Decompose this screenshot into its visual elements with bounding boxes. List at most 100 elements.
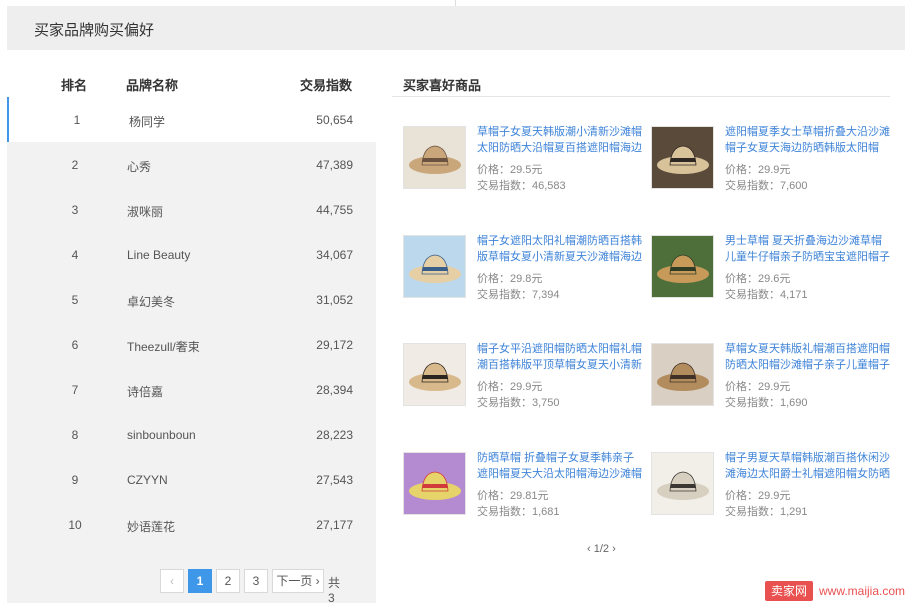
product-title-link[interactable]: 遮阳帽夏季女士草帽折叠大沿沙滩帽子女夏天海边防晒韩版太阳帽: [725, 124, 891, 156]
product-trade-index: 交易指数：1,291: [725, 506, 808, 518]
ranking-row[interactable]: 3 淑咪丽 44,755: [7, 187, 376, 232]
product-trade-index: 交易指数：3,750: [477, 397, 560, 409]
product-title-link[interactable]: 防晒草帽 折叠帽子女夏季韩亲子遮阳帽夏天大沿太阳帽海边沙滩帽: [477, 450, 643, 482]
trade-index: 44,755: [316, 203, 353, 217]
rank-number: 7: [71, 383, 79, 397]
hat-image-icon: [404, 236, 465, 297]
rank-number: 2: [71, 158, 79, 172]
product-card[interactable]: 男士草帽 夏天折叠海边沙滩草帽儿童牛仔帽亲子防晒宝宝遮阳帽子价格：29.6元交易…: [651, 235, 891, 301]
brand-name: 杨同学: [129, 115, 166, 129]
ranking-row[interactable]: 5 卓幻美冬 31,052: [7, 277, 376, 322]
trade-index: 29,172: [316, 338, 353, 352]
brand-name: Line Beauty: [127, 248, 191, 262]
product-price: 价格：29.9元: [477, 381, 543, 393]
product-price: 价格：29.5元: [477, 164, 543, 176]
product-thumbnail[interactable]: [651, 452, 714, 515]
product-thumbnail[interactable]: [651, 235, 714, 298]
trade-index: 28,394: [316, 383, 353, 397]
hat-image-icon: [652, 236, 713, 297]
product-card[interactable]: 防晒草帽 折叠帽子女夏季韩亲子遮阳帽夏天大沿太阳帽海边沙滩帽价格：29.81元交…: [403, 452, 643, 518]
column-header-index: 交易指数: [300, 78, 353, 93]
product-title-link[interactable]: 帽子男夏天草帽韩版潮百搭休闲沙滩海边太阳爵士礼帽遮阳帽女防晒: [725, 450, 891, 482]
trade-index: 27,177: [316, 518, 353, 532]
product-title-link[interactable]: 帽子女平沿遮阳帽防晒太阳帽礼帽潮百搭韩版平顶草帽女夏天小清新: [477, 341, 643, 373]
product-thumbnail[interactable]: [403, 235, 466, 298]
product-thumbnail[interactable]: [403, 126, 466, 189]
brand-name: 心秀: [127, 160, 152, 174]
trade-index: 28,223: [316, 428, 353, 442]
product-card[interactable]: 帽子女平沿遮阳帽防晒太阳帽礼帽潮百搭韩版平顶草帽女夏天小清新价格：29.9元交易…: [403, 343, 643, 409]
hat-image-icon: [404, 344, 465, 405]
ranking-row[interactable]: 8 sinbounboun 28,223: [7, 412, 376, 457]
product-price: 价格：29.9元: [725, 164, 791, 176]
product-price: 价格：29.9元: [725, 381, 791, 393]
rank-number: 6: [71, 338, 79, 352]
ranking-row[interactable]: 4 Line Beauty 34,067: [7, 232, 376, 277]
product-title-link[interactable]: 男士草帽 夏天折叠海边沙滩草帽儿童牛仔帽亲子防晒宝宝遮阳帽子: [725, 233, 891, 265]
brand-name: 卓幻美冬: [127, 295, 176, 309]
trade-index: 50,654: [316, 113, 353, 127]
rank-number: 9: [71, 473, 79, 487]
ranking-row[interactable]: 1 杨同学 50,654: [7, 97, 376, 142]
product-price: 价格：29.8元: [477, 273, 543, 285]
product-trade-index: 交易指数：46,583: [477, 180, 566, 192]
trade-index: 47,389: [316, 158, 353, 172]
product-card[interactable]: 帽子男夏天草帽韩版潮百搭休闲沙滩海边太阳爵士礼帽遮阳帽女防晒价格：29.9元交易…: [651, 452, 891, 518]
product-price: 价格：29.9元: [725, 490, 791, 502]
section-header: 买家品牌购买偏好: [7, 6, 905, 50]
product-price: 价格：29.81元: [477, 490, 549, 502]
product-title-link[interactable]: 草帽女夏天韩版礼帽潮百搭遮阳帽防晒太阳帽沙滩帽子亲子儿童帽子: [725, 341, 891, 373]
product-card[interactable]: 遮阳帽夏季女士草帽折叠大沿沙滩帽子女夏天海边防晒韩版太阳帽价格：29.9元交易指…: [651, 126, 891, 192]
product-card[interactable]: 帽子女遮阳太阳礼帽潮防晒百搭韩版草帽女夏小清新夏天沙滩帽海边价格：29.8元交易…: [403, 235, 643, 301]
trade-index: 27,543: [316, 473, 353, 487]
rank-number: 10: [68, 518, 82, 532]
rank-number: 5: [71, 293, 79, 307]
product-thumbnail[interactable]: [651, 126, 714, 189]
hat-image-icon: [652, 127, 713, 188]
product-trade-index: 交易指数：1,681: [477, 506, 560, 518]
brand-name: Theezull/奢束: [127, 340, 200, 354]
watermark-badge: 卖家网: [765, 581, 813, 601]
prev-page-button[interactable]: ‹: [160, 569, 184, 593]
product-card[interactable]: 草帽子女夏天韩版潮小清新沙滩帽太阳防晒大沿帽夏百搭遮阳帽海边价格：29.5元交易…: [403, 126, 643, 192]
column-header-rank: 排名: [61, 78, 88, 93]
ranking-row[interactable]: 7 诗倍嘉 28,394: [7, 367, 376, 412]
hat-image-icon: [404, 453, 465, 514]
column-header-brand: 品牌名称: [126, 78, 179, 93]
rank-number: 1: [73, 113, 81, 127]
page-button-1[interactable]: 1: [188, 569, 212, 593]
product-trade-index: 交易指数：4,171: [725, 289, 808, 301]
brand-name: 妙语莲花: [127, 520, 176, 534]
favorites-pager[interactable]: ‹ 1/2 ›: [587, 543, 616, 555]
product-card[interactable]: 草帽女夏天韩版礼帽潮百搭遮阳帽防晒太阳帽沙滩帽子亲子儿童帽子价格：29.9元交易…: [651, 343, 891, 409]
section-title: 买家品牌购买偏好: [34, 22, 155, 39]
product-thumbnail[interactable]: [403, 343, 466, 406]
page-button-2[interactable]: 2: [216, 569, 240, 593]
ranking-row[interactable]: 10 妙语莲花 27,177: [7, 502, 376, 547]
brand-name: 淑咪丽: [127, 205, 164, 219]
product-price: 价格：29.6元: [725, 273, 791, 285]
trade-index: 34,067: [316, 248, 353, 262]
ranking-row[interactable]: 2 心秀 47,389: [7, 142, 376, 187]
brand-name: 诗倍嘉: [127, 385, 164, 399]
page-button-3[interactable]: 3: [244, 569, 268, 593]
product-trade-index: 交易指数：7,600: [725, 180, 808, 192]
product-title-link[interactable]: 帽子女遮阳太阳礼帽潮防晒百搭韩版草帽女夏小清新夏天沙滩帽海边: [477, 233, 643, 265]
rank-number: 8: [71, 428, 79, 442]
product-thumbnail[interactable]: [403, 452, 466, 515]
hat-image-icon: [652, 453, 713, 514]
product-title-link[interactable]: 草帽子女夏天韩版潮小清新沙滩帽太阳防晒大沿帽夏百搭遮阳帽海边: [477, 124, 643, 156]
total-pages: 共3页: [328, 576, 341, 603]
brand-name: CZYYN: [127, 473, 168, 487]
hat-image-icon: [652, 344, 713, 405]
ranking-row[interactable]: 6 Theezull/奢束 29,172: [7, 322, 376, 367]
favorites-title: 买家喜好商品: [403, 78, 482, 93]
product-thumbnail[interactable]: [651, 343, 714, 406]
hat-image-icon: [404, 127, 465, 188]
trade-index: 31,052: [316, 293, 353, 307]
product-trade-index: 交易指数：7,394: [477, 289, 560, 301]
ranking-row[interactable]: 9 CZYYN 27,543: [7, 457, 376, 502]
product-trade-index: 交易指数：1,690: [725, 397, 808, 409]
favorites-divider: [392, 96, 890, 97]
next-page-button[interactable]: 下一页 ›: [272, 569, 324, 593]
